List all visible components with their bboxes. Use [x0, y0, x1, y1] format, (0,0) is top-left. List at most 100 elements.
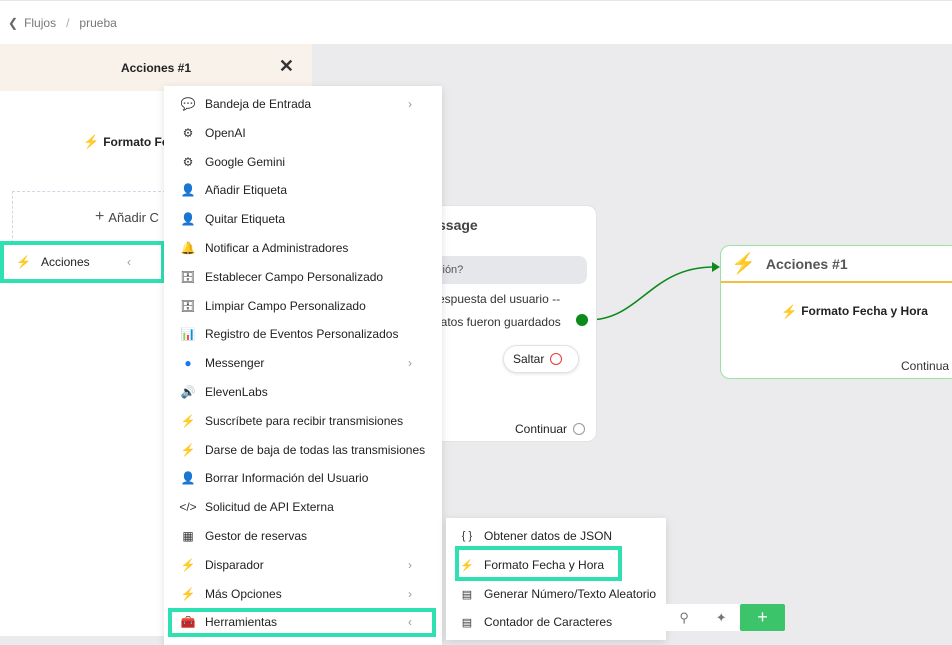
menu-item[interactable]: 👤 Quitar Etiqueta — [164, 205, 442, 233]
close-icon[interactable]: ✕ — [279, 57, 294, 75]
menu-item[interactable]: ⚡ Suscríbete para recibir transmisiones — [164, 407, 442, 435]
menu-item[interactable]: 💬 Bandeja de Entrada › — [164, 90, 442, 118]
actions-menu: 💬 Bandeja de Entrada › ⚙ OpenAI ⚙ Google Gemin… — [164, 86, 442, 645]
menu-item-label: Bandeja de Entrada — [205, 97, 312, 111]
actions-node-title: Acciones #1 — [765, 255, 848, 272]
menu-item-label: Darse de baja de todas las transmisiones — [205, 443, 426, 457]
menu-item[interactable]: 📊 Registro de Eventos Personalizados — [164, 320, 442, 348]
menu-item[interactable]: 👤 Borrar Información del Usuario — [164, 464, 442, 492]
database-icon: 🗄 — [180, 299, 196, 313]
message-node-title: ssage — [438, 217, 478, 233]
openai-icon: ⚙ — [182, 126, 194, 140]
menu-item[interactable]: ⚡ Darse de baja de todas las transmisione… — [164, 436, 442, 464]
acciones-button[interactable]: ⚡ Acciones ‹ — [0, 241, 165, 283]
menu-item-label: Quitar Etiqueta — [205, 212, 286, 226]
chevron-right-icon: › — [408, 558, 412, 572]
message-line-1: espuesta del usuario -- — [438, 292, 561, 306]
menu-item[interactable]: 🔔 Notificar a Administradores — [164, 234, 442, 262]
plus-icon: + — [95, 208, 105, 225]
panel-action-item[interactable]: ⚡ Formato Fe — [83, 134, 169, 150]
add-node-button[interactable]: + — [740, 604, 785, 631]
submenu-item[interactable]: ▤ Generar Número/Texto Aleatorio — [446, 580, 666, 608]
zoom-toolbar: ⚲ ✦ — [666, 604, 740, 631]
menu-item-label: Más Opciones — [205, 587, 282, 601]
actions-node-action-label: Formato Fecha y Hora — [801, 304, 928, 318]
actions-node[interactable]: ⚡ Acciones #1 ⚡ Formato Fecha y Hora Con… — [720, 245, 952, 379]
chevron-right-icon: › — [408, 587, 412, 601]
user-remove-icon: 👤 — [180, 471, 196, 485]
bolt-icon: ⚡ — [16, 255, 31, 269]
message-line-2: latos fueron guardados — [438, 315, 561, 329]
messenger-icon: ● — [184, 356, 192, 370]
code-icon: </> — [179, 500, 197, 514]
output-connector-dot[interactable] — [576, 314, 588, 326]
doc-icon: ▤ — [461, 616, 473, 629]
chevron-right-icon: › — [408, 356, 412, 370]
menu-item-label: Google Gemini — [205, 155, 286, 169]
menu-item[interactable]: 🔊 ElevenLabs — [164, 378, 442, 406]
panel-header: Acciones #1 ✕ — [0, 44, 312, 91]
continue-connector-icon[interactable] — [573, 423, 586, 435]
menu-item-label: Messenger — [205, 356, 265, 370]
gemini-icon: ⚙ — [182, 155, 194, 169]
database-icon: 🗄 — [180, 270, 196, 284]
bolt-icon: ⚡ — [731, 253, 756, 275]
bolt-icon: ⚡ — [781, 304, 798, 319]
add-tag-icon: 👤 — [180, 183, 196, 197]
menu-item-label: Notificar a Administradores — [205, 241, 349, 255]
actions-node-action: ⚡ Formato Fecha y Hora — [781, 304, 928, 320]
chevron-left-icon: ‹ — [127, 255, 131, 269]
skip-button[interactable]: Saltar — [503, 345, 579, 373]
menu-item[interactable]: 🗄 Limpiar Campo Personalizado — [164, 292, 442, 320]
chevron-right-icon: › — [408, 97, 412, 111]
menu-item[interactable]: ● Messenger › — [164, 349, 442, 377]
submenu-item[interactable]: ▤ Contador de Caracteres — [446, 608, 666, 636]
message-bubble: ción? — [421, 256, 587, 284]
message-continue[interactable]: Continuar — [515, 422, 586, 436]
acciones-label: Acciones — [40, 255, 90, 269]
submenu-item-label: Obtener datos de JSON — [484, 529, 613, 543]
menu-item-label: OpenAI — [205, 126, 246, 140]
panel-title: Acciones #1 — [120, 60, 192, 75]
menu-item[interactable]: ⚡ Más Opciones › — [164, 580, 442, 608]
add-action-label: Añadir C — [108, 209, 159, 225]
remove-tag-icon: 👤 — [180, 212, 196, 226]
speaker-icon: 🔊 — [180, 385, 196, 399]
menu-item-label: Disparador — [205, 558, 264, 572]
bolt-icon: ⚡ — [180, 558, 196, 572]
bolt-icon: ⚡ — [83, 134, 100, 149]
highlight-herramientas — [168, 608, 436, 637]
submenu-item-label: Contador de Caracteres — [484, 615, 613, 629]
menu-item[interactable]: ⚙ Google Gemini — [164, 148, 442, 176]
actions-node-continue[interactable]: Continua — [901, 359, 949, 373]
menu-item[interactable]: ⚙ OpenAI — [164, 119, 442, 147]
bolt-icon: ⚡ — [180, 414, 196, 428]
actions-node-header: ⚡ Acciones #1 — [721, 246, 952, 283]
menu-item[interactable]: ⚡ Disparador › — [164, 551, 442, 579]
skip-connector-icon[interactable] — [550, 353, 563, 365]
bolt-icon: ⚡ — [180, 587, 196, 601]
menu-item-label: Registro de Eventos Personalizados — [205, 327, 399, 341]
menu-item-label: Suscríbete para recibir transmisiones — [205, 414, 404, 428]
panel-action-label: Formato Fe — [103, 135, 169, 149]
chart-icon: 📊 — [180, 327, 196, 341]
bolt-icon: ⚡ — [180, 443, 196, 457]
menu-item-label: Establecer Campo Personalizado — [205, 270, 384, 284]
submenu-item-label: Generar Número/Texto Aleatorio — [484, 587, 657, 601]
menu-item-label: Gestor de reservas — [205, 529, 308, 543]
magic-icon[interactable]: ✦ — [716, 610, 727, 626]
highlight-formato-fecha — [455, 546, 622, 581]
menu-item-label: Limpiar Campo Personalizado — [205, 299, 366, 313]
zoom-out-icon[interactable]: ⚲ — [679, 610, 689, 626]
menu-item[interactable]: ▦ Gestor de reservas — [164, 522, 442, 550]
menu-item[interactable]: 🗄 Establecer Campo Personalizado — [164, 263, 442, 291]
inbox-icon: 💬 — [180, 97, 196, 111]
doc-icon: ▤ — [461, 588, 473, 601]
menu-item[interactable]: 👤 Añadir Etiqueta — [164, 176, 442, 204]
skip-label: Saltar — [513, 352, 545, 366]
message-continue-label: Continuar — [515, 422, 568, 436]
braces-icon: { } — [461, 530, 473, 542]
menu-item-label: ElevenLabs — [205, 385, 268, 399]
menu-item[interactable]: </> Solicitud de API Externa — [164, 493, 442, 521]
menu-item-label: Borrar Información del Usuario — [205, 471, 369, 485]
